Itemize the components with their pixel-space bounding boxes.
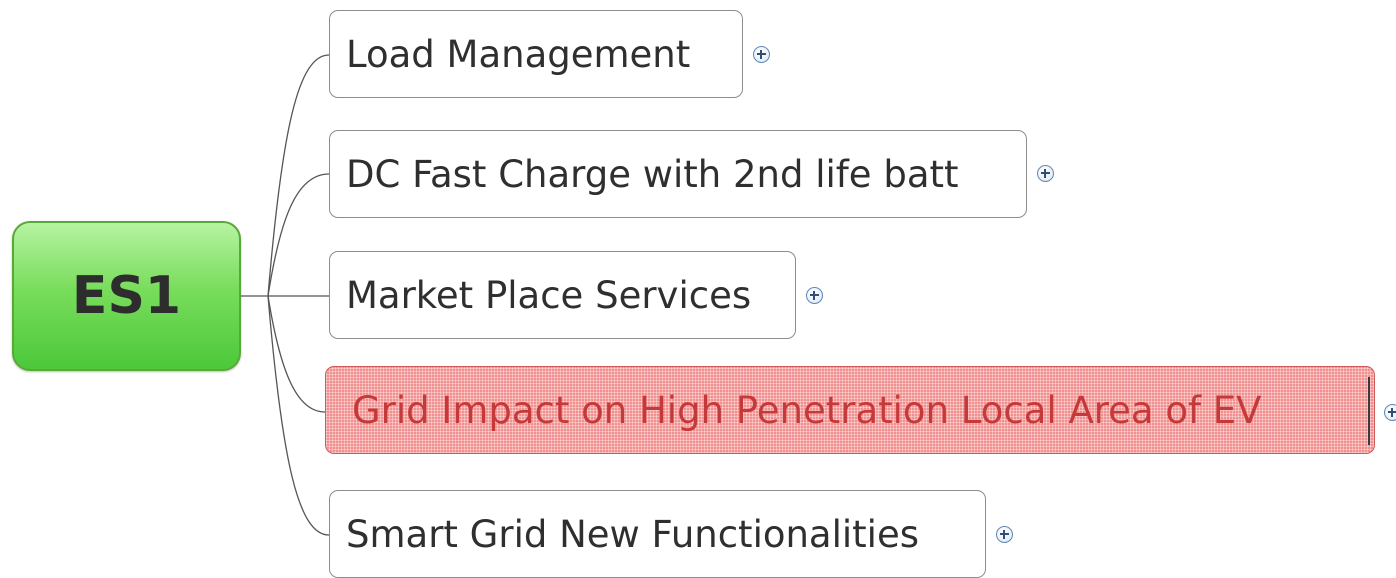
connector-grid-impact [267, 295, 326, 413]
topic-grid-impact-selected[interactable]: Grid Impact on High Penetration Local Ar… [325, 366, 1375, 454]
topic-label: Smart Grid New Functionalities [346, 512, 919, 556]
expand-plus-icon[interactable] [806, 287, 823, 304]
central-topic-es1[interactable]: ES1 [12, 221, 241, 371]
topic-smart-grid-new-functionalities[interactable]: Smart Grid New Functionalities [329, 490, 986, 578]
topic-dc-fast-charge[interactable]: DC Fast Charge with 2nd life batt [329, 130, 1027, 218]
expand-plus-icon[interactable] [1384, 404, 1396, 421]
connector-smart-grid [267, 295, 330, 536]
central-topic-label: ES1 [71, 266, 182, 326]
topic-label: Grid Impact on High Penetration Local Ar… [352, 388, 1262, 432]
expand-plus-icon[interactable] [1037, 165, 1054, 182]
topic-label: Market Place Services [346, 273, 752, 317]
connector-dc-fast-charge [267, 173, 330, 297]
topic-market-place-services[interactable]: Market Place Services [329, 251, 796, 339]
text-cursor [1368, 377, 1370, 445]
topic-label: Load Management [346, 32, 691, 76]
topic-load-management[interactable]: Load Management [329, 10, 743, 98]
expand-plus-icon[interactable] [996, 526, 1013, 543]
expand-plus-icon[interactable] [753, 46, 770, 63]
topic-label: DC Fast Charge with 2nd life batt [346, 152, 959, 196]
